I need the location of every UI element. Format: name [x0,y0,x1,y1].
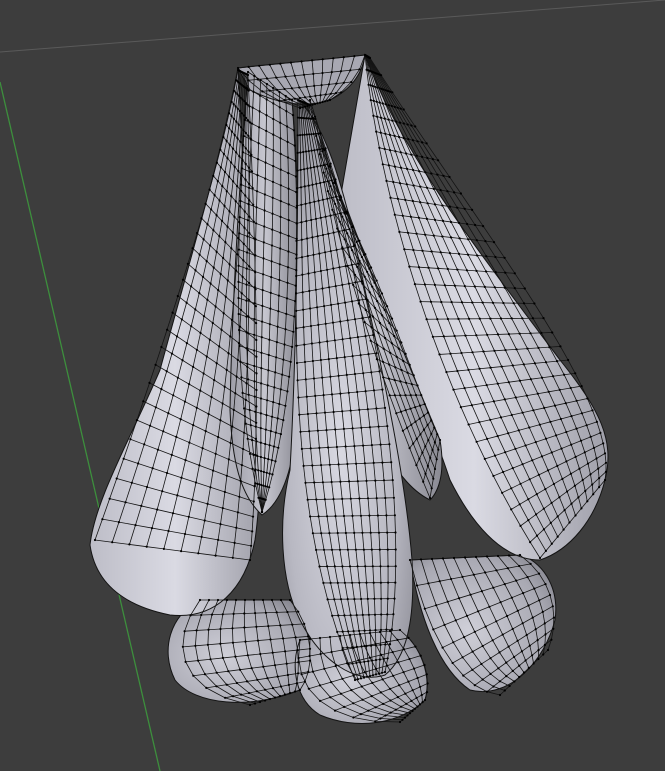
viewport-canvas[interactable] [0,0,665,771]
skirt-mesh[interactable] [89,53,609,724]
3d-viewport[interactable] [0,0,665,771]
floor-grid [0,0,665,53]
